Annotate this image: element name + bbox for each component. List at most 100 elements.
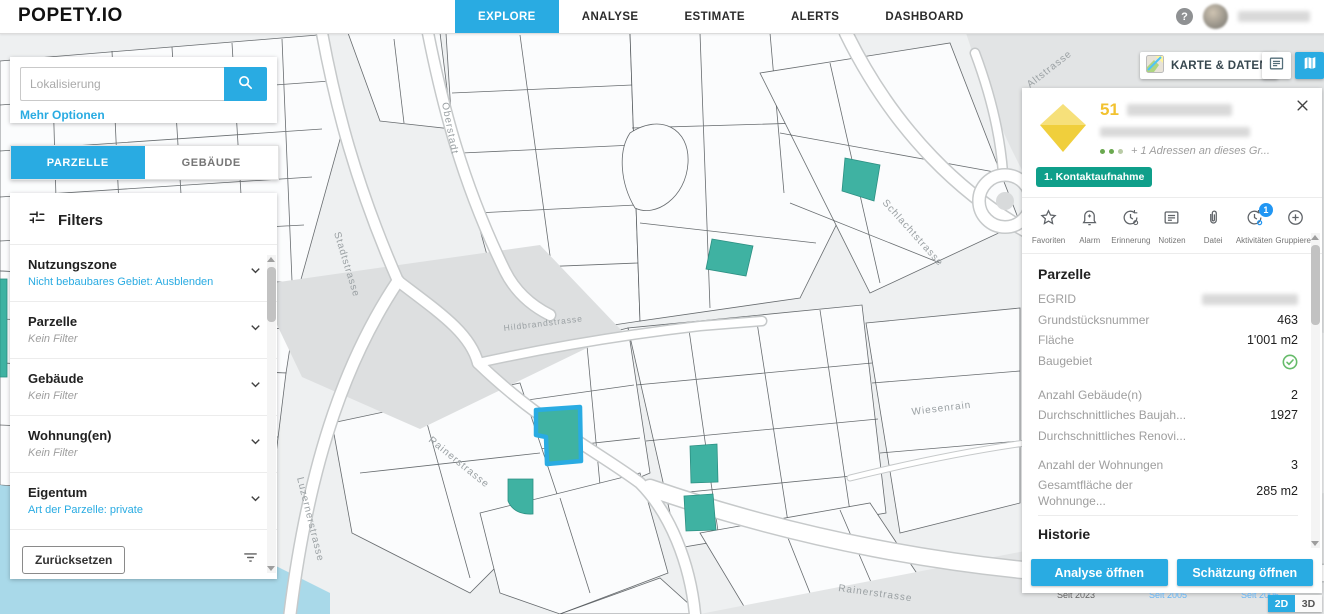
chevron-down-icon xyxy=(248,434,263,454)
scroll-up-icon[interactable] xyxy=(267,257,275,262)
detail-row: Anzahl Gebäude(n) 2 xyxy=(1038,388,1298,404)
history-gear-icon xyxy=(1121,208,1140,232)
filter-item-nutzungszone[interactable]: Nutzungszone Nicht bebaubares Gebiet: Au… xyxy=(10,245,277,302)
star-icon xyxy=(1039,208,1058,232)
search-icon xyxy=(237,74,254,94)
detail-row-baugebiet: Baugebiet xyxy=(1038,354,1298,375)
toggle-3d[interactable]: 3D xyxy=(1295,595,1322,612)
tab-dashboard[interactable]: DASHBOARD xyxy=(862,0,986,33)
more-options-link[interactable]: Mehr Optionen xyxy=(20,108,105,122)
status-dot xyxy=(1100,149,1105,154)
filter-subtitle: Art der Parzelle: private xyxy=(28,504,237,516)
parcel-number: 51 xyxy=(1100,100,1119,120)
highlighted-parcel[interactable] xyxy=(690,444,718,483)
parcel-marker-icon xyxy=(1036,100,1090,154)
scroll-up-icon[interactable] xyxy=(1311,235,1319,240)
user-name-blurred xyxy=(1238,11,1310,22)
panel-actions: Favoriten Alarm Erinnerung Notizen Datei… xyxy=(1022,198,1322,254)
map-mode-button[interactable] xyxy=(1295,52,1324,79)
search-button[interactable] xyxy=(224,67,267,101)
open-estimate-button[interactable]: Schätzung öffnen xyxy=(1177,559,1314,586)
close-icon[interactable] xyxy=(1295,98,1310,118)
search-input[interactable] xyxy=(20,67,224,101)
filter-subtitle: Nicht bebaubares Gebiet: Ausblenden xyxy=(28,276,237,288)
filters-title: Filters xyxy=(58,212,103,229)
chevron-down-icon xyxy=(248,377,263,397)
tune-icon xyxy=(28,209,46,232)
dimension-toggle: 2D 3D xyxy=(1268,595,1322,612)
tab-parzelle[interactable]: PARZELLE xyxy=(11,146,145,179)
highlighted-parcel[interactable] xyxy=(706,239,753,276)
filter-title: Gebäude xyxy=(28,371,237,386)
filter-item-parzelle[interactable]: Parzelle Kein Filter xyxy=(10,302,277,359)
toggle-2d[interactable]: 2D xyxy=(1268,595,1295,612)
detail-row-egrid: EGRID xyxy=(1038,292,1298,308)
action-favoriten[interactable]: Favoriten xyxy=(1028,208,1069,245)
filter-title: Parzelle xyxy=(28,314,237,329)
app-window: Oberstadt Stadtstrasse Luzernerstrasse R… xyxy=(0,0,1324,614)
additional-addresses-note: + 1 Adressen an dieses Gr... xyxy=(1131,145,1270,157)
karte-daten-button[interactable]: KARTE & DATEN xyxy=(1140,52,1278,79)
highlighted-parcel[interactable] xyxy=(0,279,7,377)
filter-subtitle: Kein Filter xyxy=(28,390,237,402)
main-nav: EXPLORE ANALYSE ESTIMATE ALERTS DASHBOAR… xyxy=(455,0,987,33)
section-title-parzelle: Parzelle xyxy=(1038,266,1298,282)
tab-explore[interactable]: EXPLORE xyxy=(455,0,559,33)
action-alarm[interactable]: Alarm xyxy=(1069,208,1110,245)
action-erinnerung[interactable]: Erinnerung xyxy=(1110,208,1151,245)
filter-item-eigentum[interactable]: Eigentum Art der Parzelle: private xyxy=(10,473,277,530)
panel-scrollbar[interactable] xyxy=(1311,233,1320,548)
detail-row: Grundstücksnummer 463 xyxy=(1038,313,1298,329)
action-gruppieren[interactable]: Gruppieren xyxy=(1275,208,1316,245)
chevron-down-icon xyxy=(248,263,263,283)
detail-row: Durchschnittliches Baujah... 1927 xyxy=(1038,408,1298,424)
action-aktivitaeten[interactable]: 1 Aktivitäten xyxy=(1234,208,1275,245)
top-navbar: POPETY.IO EXPLORE ANALYSE ESTIMATE ALERT… xyxy=(0,0,1324,34)
open-analysis-button[interactable]: Analyse öffnen xyxy=(1031,559,1168,586)
filter-list-icon[interactable] xyxy=(242,549,259,571)
action-notizen[interactable]: Notizen xyxy=(1151,208,1192,245)
plus-circle-icon xyxy=(1286,208,1305,232)
karte-daten-label: KARTE & DATEN xyxy=(1171,60,1268,72)
filter-subtitle: Kein Filter xyxy=(28,447,237,459)
parcel-detail-panel: 51 + 1 Adressen an dieses Gr... 1. Konta… xyxy=(1022,88,1322,593)
chevron-down-icon xyxy=(248,320,263,340)
tab-analyse[interactable]: ANALYSE xyxy=(559,0,662,33)
legend-list-button[interactable] xyxy=(1262,52,1291,79)
avatar[interactable] xyxy=(1203,4,1228,29)
section-title-historie: Historie xyxy=(1038,526,1298,542)
app-logo: POPETY.IO xyxy=(18,5,123,27)
detail-row: Fläche 1'001 m2 xyxy=(1038,333,1298,349)
paperclip-icon xyxy=(1204,208,1223,232)
filter-item-wohnungen[interactable]: Wohnung(en) Kein Filter xyxy=(10,416,277,473)
address-line2-blurred xyxy=(1100,127,1250,137)
sidebar-scrollbar[interactable] xyxy=(267,255,276,573)
parcel-details: Parzelle EGRID Grundstücksnummer 463 Flä… xyxy=(1022,254,1322,600)
tab-gebaeude[interactable]: GEBÄUDE xyxy=(145,146,279,179)
scroll-down-icon[interactable] xyxy=(267,566,275,571)
activity-count-badge: 1 xyxy=(1259,203,1273,217)
contact-status-badge[interactable]: 1. Kontaktaufnahme xyxy=(1036,167,1152,187)
status-dot xyxy=(1109,149,1114,154)
filter-subtitle: Kein Filter xyxy=(28,333,237,345)
filter-title: Eigentum xyxy=(28,485,237,500)
reset-button[interactable]: Zurücksetzen xyxy=(22,546,125,574)
sidebar-tabs: PARZELLE GEBÄUDE xyxy=(10,145,279,180)
action-datei[interactable]: Datei xyxy=(1193,208,1234,245)
tab-estimate[interactable]: ESTIMATE xyxy=(661,0,768,33)
detail-row: Anzahl der Wohnungen 3 xyxy=(1038,458,1298,474)
scroll-down-icon[interactable] xyxy=(1311,541,1319,546)
folded-map-icon xyxy=(1302,55,1318,76)
detail-row: Gesamtfläche der Wohnunge... 285 m2 xyxy=(1038,478,1298,509)
filters-panel: Filters Nutzungszone Nicht bebaubares Ge… xyxy=(10,193,277,579)
chevron-down-icon xyxy=(248,491,263,511)
highlighted-parcel[interactable] xyxy=(684,494,716,531)
map-style-thumbnail-icon xyxy=(1146,55,1164,76)
search-panel: Mehr Optionen xyxy=(10,57,277,123)
detail-row: Durchschnittliches Renovi... xyxy=(1038,429,1298,445)
tab-alerts[interactable]: ALERTS xyxy=(768,0,862,33)
filter-item-gebaeude[interactable]: Gebäude Kein Filter xyxy=(10,359,277,416)
address-blurred xyxy=(1127,104,1232,116)
help-icon[interactable]: ? xyxy=(1176,8,1193,25)
bell-plus-icon xyxy=(1080,208,1099,232)
